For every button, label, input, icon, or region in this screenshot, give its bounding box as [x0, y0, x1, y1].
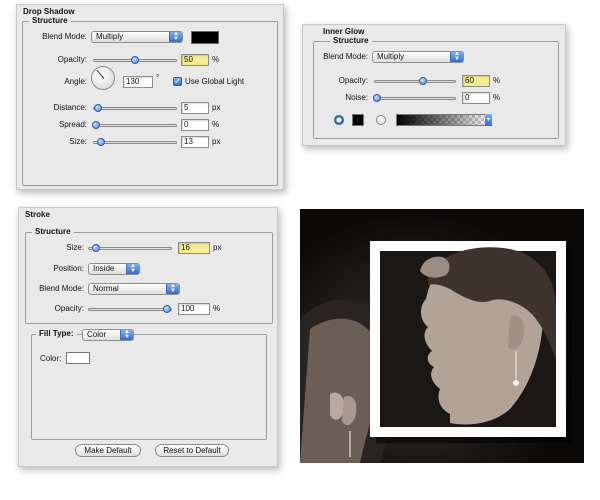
slider-thumb[interactable] — [419, 77, 427, 85]
opacity-label: Opacity: — [338, 76, 368, 85]
angle-dial[interactable] — [91, 66, 115, 90]
slider-thumb[interactable] — [94, 104, 103, 112]
opacity-unit: % — [212, 55, 220, 64]
drop-shadow-panel: Drop Shadow Structure Blend Mode: Multip… — [16, 4, 284, 190]
size-input[interactable]: 16 — [178, 242, 210, 254]
stroke-panel: Stroke Structure Size: 16 px Position: I… — [18, 207, 278, 467]
blend-mode-label: Blend Mode: — [323, 52, 368, 61]
fill-type-label: Fill Type: — [36, 329, 77, 339]
stroke-structure-group: Structure Size: 16 px Position: Inside ▲… — [25, 227, 273, 324]
opacity-label: Opacity: — [57, 55, 87, 64]
make-default-button[interactable]: Make Default — [75, 444, 141, 457]
distance-unit: px — [212, 103, 221, 112]
size-label: Size: — [66, 243, 84, 252]
stroke-title: Stroke — [25, 210, 50, 219]
angle-unit: ° — [156, 73, 160, 82]
opacity-slider[interactable] — [374, 77, 456, 85]
chevron-updown-icon: ▲ ▼ — [166, 284, 179, 294]
photo-illustration — [300, 241, 572, 463]
size-unit: px — [212, 137, 221, 146]
fill-type-select[interactable]: Color ▲ ▼ — [82, 329, 134, 341]
slider-thumb[interactable] — [91, 121, 100, 129]
blend-mode-value: Multiply — [96, 32, 124, 41]
chevron-updown-icon: ▲ ▼ — [169, 32, 182, 42]
photo-preview — [300, 209, 584, 463]
noise-slider[interactable] — [373, 94, 456, 102]
blend-mode-label: Blend Mode: — [42, 32, 87, 41]
angle-dial-needle — [96, 69, 105, 79]
noise-unit: % — [493, 93, 501, 102]
chevron-updown-icon: ▲ ▼ — [120, 330, 133, 340]
inner-glow-panel: Inner Glow Structure Blend Mode: Multipl… — [302, 24, 566, 146]
noise-input[interactable]: 0 — [462, 92, 490, 104]
blend-mode-value: Multiply — [377, 52, 405, 61]
gradient-radio[interactable] — [376, 115, 386, 125]
blend-mode-select[interactable]: Normal ▲ ▼ — [88, 283, 180, 295]
structure-legend: Structure — [330, 36, 372, 46]
global-light-label: Use Global Light — [185, 77, 245, 86]
blend-mode-select[interactable]: Multiply ▲ ▼ — [372, 51, 464, 63]
distance-slider[interactable] — [93, 104, 177, 112]
noise-label: Noise: — [345, 93, 368, 102]
spread-slider[interactable] — [91, 121, 177, 129]
size-input[interactable]: 13 — [181, 136, 209, 148]
slider-thumb[interactable] — [92, 244, 101, 252]
angle-input[interactable]: 130 — [123, 76, 153, 88]
chevron-updown-icon: ▲ ▼ — [126, 264, 139, 274]
position-label: Position: — [53, 264, 84, 273]
spread-input[interactable]: 0 — [181, 119, 209, 131]
opacity-input[interactable]: 60 — [462, 75, 490, 87]
inner-glow-structure-group: Structure Blend Mode: Multiply ▲ ▼ Opacit… — [313, 36, 559, 139]
chevron-down-icon[interactable]: ▾ — [485, 114, 492, 126]
slider-thumb[interactable] — [97, 138, 106, 146]
size-slider[interactable] — [93, 138, 177, 146]
fill-type-value: Color — [87, 330, 107, 339]
opacity-unit: % — [493, 76, 501, 85]
position-value: Inside — [93, 264, 115, 273]
opacity-label: Opacity: — [54, 304, 84, 313]
opacity-slider[interactable] — [88, 305, 172, 313]
color-label: Color: — [40, 354, 62, 363]
reset-to-default-button[interactable]: Reset to Default — [155, 444, 229, 457]
opacity-input[interactable]: 100 — [178, 303, 210, 315]
glow-gradient-picker[interactable]: ▾ — [396, 114, 492, 126]
distance-label: Distance: — [53, 103, 87, 112]
spread-unit: % — [212, 120, 220, 129]
global-light-checkbox[interactable]: ✓ — [173, 77, 182, 86]
slider-thumb[interactable] — [162, 305, 171, 313]
distance-input[interactable]: 5 — [181, 102, 209, 114]
opacity-unit: % — [213, 304, 221, 313]
blend-mode-select[interactable]: Multiply ▲ ▼ — [91, 31, 183, 43]
shadow-color-swatch[interactable] — [191, 31, 219, 44]
chevron-updown-icon: ▲ ▼ — [450, 52, 463, 62]
size-slider[interactable] — [88, 244, 172, 252]
opacity-slider[interactable] — [93, 56, 177, 64]
stroke-color-swatch[interactable] — [66, 352, 90, 364]
size-unit: px — [213, 243, 222, 252]
spread-label: Spread: — [58, 120, 87, 129]
opacity-input[interactable]: 50 — [181, 54, 209, 66]
solid-color-radio[interactable] — [334, 115, 344, 125]
fill-type-group: Fill Type: Color ▲ ▼ Color: — [31, 329, 267, 440]
drop-shadow-structure-group: Structure Blend Mode: Multiply ▲ ▼ Opacit… — [22, 16, 278, 186]
blend-mode-value: Normal — [93, 284, 119, 293]
structure-legend: Structure — [29, 16, 71, 26]
slider-thumb[interactable] — [373, 94, 382, 102]
angle-label: Angle: — [64, 77, 87, 86]
slider-thumb[interactable] — [131, 56, 139, 64]
position-select[interactable]: Inside ▲ ▼ — [88, 263, 140, 275]
structure-legend: Structure — [32, 227, 74, 237]
size-label: Size: — [69, 137, 87, 146]
blend-mode-label: Blend Mode: — [39, 284, 84, 293]
glow-color-swatch[interactable] — [352, 114, 364, 126]
